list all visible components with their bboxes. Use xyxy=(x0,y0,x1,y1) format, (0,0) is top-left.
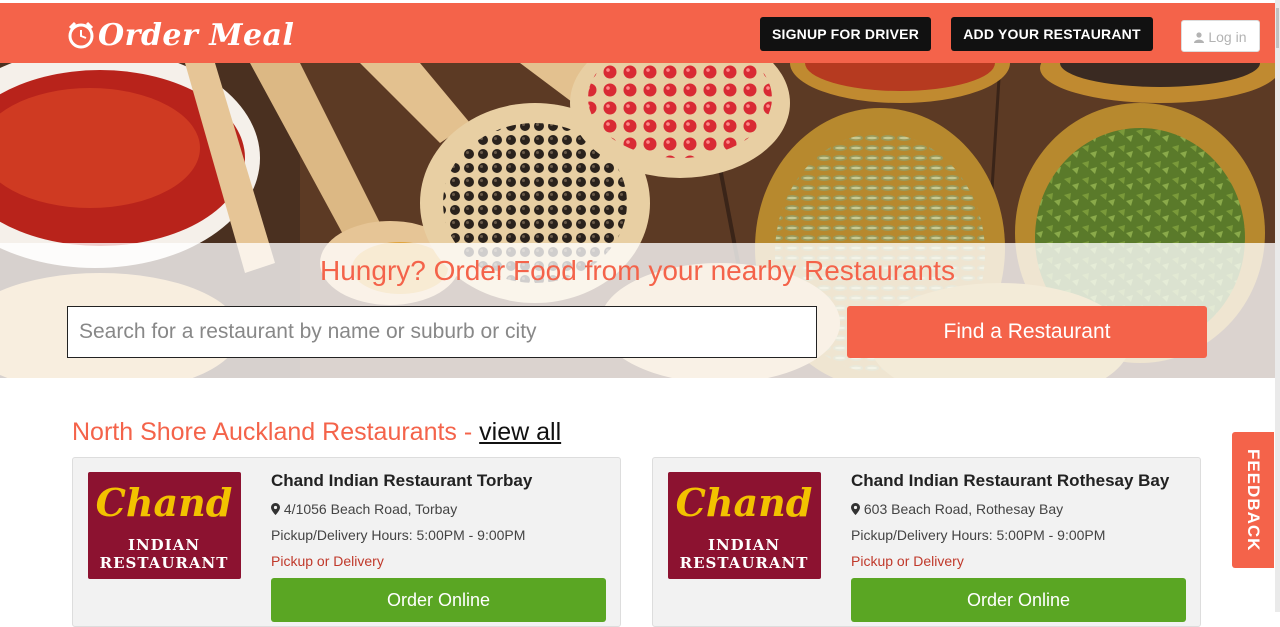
find-restaurant-button[interactable]: Find a Restaurant xyxy=(847,306,1207,358)
hero-title: Hungry? Order Food from your nearby Rest… xyxy=(320,255,955,286)
logo-word: Chand xyxy=(96,480,233,525)
restaurant-logo[interactable]: Chand INDIAN RESTAURANT xyxy=(88,472,241,579)
logo-text: Order Meal xyxy=(98,17,295,53)
map-marker-icon xyxy=(851,503,860,515)
logo-word: Chand xyxy=(676,480,813,525)
order-online-button[interactable]: Order Online xyxy=(851,578,1186,622)
section-title-text: North Shore Auckland Restaurants - xyxy=(72,418,480,446)
restaurant-address: 603 Beach Road, Rothesay Bay xyxy=(851,501,1063,517)
alarm-clock-icon xyxy=(68,21,94,49)
restaurant-name[interactable]: Chand Indian Restaurant Torbay xyxy=(271,471,532,491)
restaurant-hours: Pickup/Delivery Hours: 5:00PM - 9:00PM xyxy=(851,527,1106,543)
logo-line2: RESTAURANT xyxy=(680,554,809,572)
hero-banner: Hungry? Order Food from your nearby Rest… xyxy=(0,63,1275,378)
signup-driver-button[interactable]: SIGNUP FOR DRIVER xyxy=(760,17,931,51)
address-text: 603 Beach Road, Rothesay Bay xyxy=(863,501,1064,517)
restaurant-name[interactable]: Chand Indian Restaurant Rothesay Bay xyxy=(851,471,1169,491)
login-button[interactable]: Log in xyxy=(1181,20,1260,52)
logo-line1: INDIAN xyxy=(708,536,780,554)
scrollbar-thumb[interactable] xyxy=(1276,8,1279,48)
restaurant-service-mode: Pickup or Delivery xyxy=(851,553,964,569)
logo-line1: INDIAN xyxy=(128,536,200,554)
restaurant-logo[interactable]: Chand INDIAN RESTAURANT xyxy=(668,472,821,579)
section-title: North Shore Auckland Restaurants - view … xyxy=(72,418,561,447)
order-online-button[interactable]: Order Online xyxy=(271,578,606,622)
login-label: Log in xyxy=(1208,29,1247,45)
page-scrollbar[interactable] xyxy=(1275,0,1280,612)
address-text: 4/1056 Beach Road, Torbay xyxy=(283,501,458,517)
view-all-link[interactable]: view all xyxy=(479,418,561,446)
feedback-tab[interactable]: FEEDBACK xyxy=(1232,432,1274,568)
user-icon xyxy=(1194,32,1205,43)
restaurant-hours: Pickup/Delivery Hours: 5:00PM - 9:00PM xyxy=(271,527,526,543)
logo-line2: RESTAURANT xyxy=(100,554,229,572)
feedback-label: FEEDBACK xyxy=(1244,448,1263,552)
restaurant-card[interactable]: Chand INDIAN RESTAURANT Chand Indian Res… xyxy=(72,457,621,627)
restaurant-card[interactable]: Chand INDIAN RESTAURANT Chand Indian Res… xyxy=(652,457,1201,627)
restaurant-search-input[interactable] xyxy=(67,306,817,358)
site-logo[interactable]: Order Meal xyxy=(66,17,294,53)
restaurant-service-mode: Pickup or Delivery xyxy=(271,553,384,569)
chand-logo-image: Chand INDIAN RESTAURANT xyxy=(96,480,233,572)
restaurant-address: 4/1056 Beach Road, Torbay xyxy=(271,501,457,517)
map-marker-icon xyxy=(271,503,280,515)
add-restaurant-button[interactable]: ADD YOUR RESTAURANT xyxy=(951,17,1153,51)
chand-logo-image: Chand INDIAN RESTAURANT xyxy=(676,480,813,572)
navbar: Order Meal SIGNUP FOR DRIVER ADD YOUR RE… xyxy=(0,3,1275,63)
